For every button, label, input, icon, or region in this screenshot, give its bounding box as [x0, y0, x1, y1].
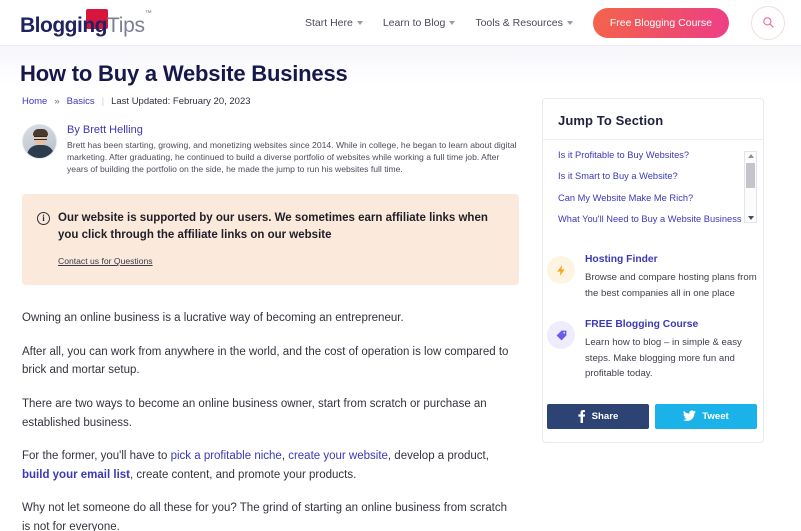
main-content-column: Home » Basics | Last Updated: February 2…	[20, 87, 520, 531]
site-logo[interactable]: Blogging Tips ™	[20, 8, 152, 38]
jump-to-section-list: Is it Profitable to Buy Websites? Is it …	[558, 150, 744, 236]
p4-text-3: , develop a product,	[387, 450, 489, 463]
twitter-share-label: Tweet	[702, 410, 729, 422]
p4-text-1: For the former, you'll have to	[22, 450, 171, 463]
page-title: How to Buy a Website Business	[20, 61, 348, 86]
author-bio: Brett has been starting, growing, and mo…	[67, 140, 517, 175]
breadcrumb: Home » Basics | Last Updated: February 2…	[20, 87, 520, 107]
promo-title-free-blogging-course[interactable]: FREE Blogging Course	[585, 319, 757, 330]
last-updated-text: Last Updated: February 20, 2023	[111, 96, 251, 107]
nav-item-learn-to-blog[interactable]: Learn to Blog	[382, 16, 456, 29]
facebook-icon	[578, 409, 585, 423]
main-navigation: Start Here Learn to Blog Tools & Resourc…	[305, 5, 785, 40]
jump-link-4[interactable]: What You'll Need to Buy a Website Busine…	[558, 214, 744, 236]
promo-title-hosting-finder[interactable]: Hosting Finder	[585, 254, 757, 265]
promo-desc-free-blogging-course: Learn how to blog – in simple & easy ste…	[585, 337, 742, 380]
breadcrumb-basics[interactable]: Basics	[67, 96, 95, 107]
scroll-up-arrow-icon[interactable]	[747, 154, 754, 158]
chevron-down-icon	[566, 21, 573, 25]
title-band: How to Buy a Website Business	[0, 45, 801, 87]
promo-hosting-finder[interactable]: Hosting Finder Browse and compare hostin…	[543, 236, 763, 301]
promo-free-blogging-course[interactable]: FREE Blogging Course Learn how to blog –…	[543, 301, 763, 382]
link-create-your-website[interactable]: create your website	[288, 450, 388, 462]
jump-to-section-title: Jump To Section	[543, 113, 763, 140]
notice-text: Our website is supported by our users. W…	[58, 211, 488, 241]
scroll-down-arrow-icon[interactable]	[747, 216, 754, 220]
paragraph-5: Why not let someone do all these for you…	[22, 502, 507, 531]
breadcrumb-separator: »	[54, 96, 60, 107]
lightning-bolt-icon	[547, 256, 575, 285]
author-text: By Brett Helling Brett has been starting…	[67, 124, 518, 176]
page-body: Home » Basics | Last Updated: February 2…	[0, 87, 801, 531]
nav-label: Start Here	[304, 16, 353, 29]
nav-item-start-here[interactable]: Start Here	[305, 17, 363, 29]
jump-list-scrollbar[interactable]	[744, 151, 757, 223]
link-build-your-email-list[interactable]: build your email list	[22, 469, 130, 481]
tag-icon	[547, 321, 575, 350]
paragraph-3: There are two ways to become an online b…	[22, 397, 487, 429]
paragraph-2: After all, you can work from anywhere in…	[22, 345, 509, 377]
jump-link-3[interactable]: Can My Website Make Me Rich?	[558, 193, 744, 215]
chevron-down-icon	[449, 21, 456, 25]
paragraph-4: For the former, you'll have to pick a pr…	[22, 447, 518, 484]
social-share-row: Share Tweet	[543, 382, 763, 429]
contact-us-link[interactable]: Contact us for Questions	[58, 256, 153, 266]
info-icon: i	[37, 211, 50, 225]
twitter-icon	[683, 410, 697, 422]
link-pick-profitable-niche[interactable]: pick a profitable niche	[171, 450, 282, 462]
nav-item-tools-resources[interactable]: Tools & Resources	[475, 17, 573, 29]
free-blogging-course-button[interactable]: Free Blogging Course	[592, 7, 729, 38]
site-header: Blogging Tips ™ Start Here Learn to Blog…	[0, 0, 801, 45]
sidebar: Jump To Section Is it Profitable to Buy …	[542, 87, 764, 531]
affiliate-disclosure-notice: i Our website is supported by our users.…	[22, 193, 519, 286]
breadcrumb-divider: |	[101, 96, 105, 107]
nav-label: Tools & Resources	[475, 16, 563, 29]
twitter-share-button[interactable]: Tweet	[655, 403, 757, 429]
logo-word-tips: Tips	[106, 13, 145, 37]
paragraph-1: Owning an online business is a lucrative…	[22, 312, 404, 325]
chevron-down-icon	[356, 21, 363, 25]
author-byline[interactable]: By Brett Helling	[67, 124, 518, 136]
search-button[interactable]	[751, 5, 785, 40]
promo-desc-hosting-finder: Browse and compare hosting plans from th…	[585, 272, 757, 299]
logo-word-blogging: Blogging	[20, 13, 107, 37]
jump-link-2[interactable]: Is it Smart to Buy a Website?	[558, 172, 744, 193]
breadcrumb-home[interactable]: Home	[22, 96, 47, 107]
search-icon	[762, 17, 774, 28]
logo-trademark: ™	[144, 9, 152, 17]
nav-label: Learn to Blog	[382, 16, 446, 29]
p4-text-4: , create content, and promote your produ…	[130, 468, 357, 481]
article-body: Owning an online business is a lucrative…	[20, 285, 520, 531]
author-avatar	[22, 124, 57, 159]
facebook-share-button[interactable]: Share	[547, 403, 649, 429]
author-block: By Brett Helling Brett has been starting…	[20, 107, 520, 176]
jump-link-1[interactable]: Is it Profitable to Buy Websites?	[558, 150, 744, 172]
scrollbar-thumb[interactable]	[746, 163, 755, 188]
jump-to-section-card: Jump To Section Is it Profitable to Buy …	[542, 98, 764, 443]
facebook-share-label: Share	[591, 410, 619, 422]
